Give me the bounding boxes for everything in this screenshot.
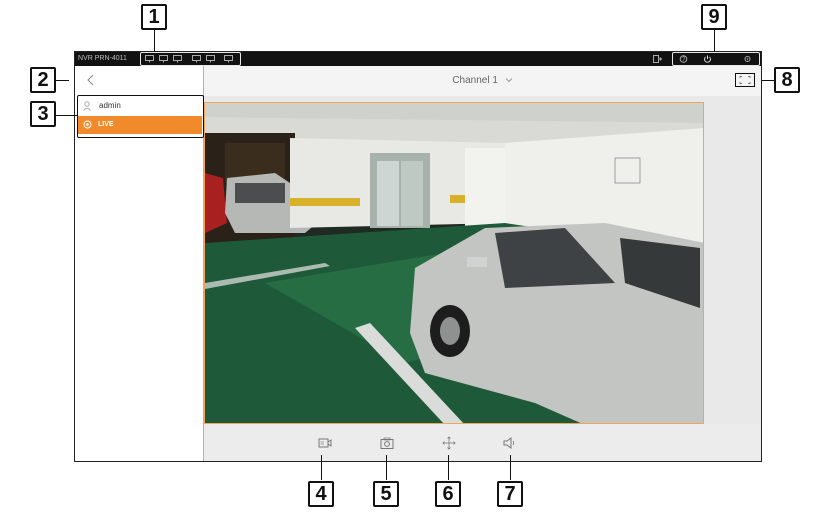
callout-7: 7 (497, 481, 523, 507)
toolbar-highlight (140, 52, 241, 66)
audio-icon[interactable] (503, 436, 517, 450)
channel-bar: Channel 1 (204, 66, 761, 96)
video-viewport[interactable] (204, 102, 704, 424)
video-controls (204, 424, 761, 461)
channel-title: Channel 1 (452, 75, 498, 86)
ptz-move-icon[interactable] (442, 436, 456, 450)
logout-icon[interactable] (653, 55, 662, 63)
snapshot-icon[interactable] (380, 436, 394, 450)
callout-6: 6 (435, 481, 461, 507)
callout-2: 2 (30, 67, 56, 93)
callout-9: 9 (701, 4, 727, 30)
record-icon[interactable] (318, 436, 332, 450)
channel-selector[interactable]: Channel 1 (204, 75, 761, 86)
main-panel: Channel 1 (204, 66, 761, 461)
callout-4: 4 (308, 481, 334, 507)
callout-1: 1 (141, 4, 167, 30)
fullscreen-icon[interactable] (735, 73, 755, 87)
system-menu-highlight (672, 52, 760, 66)
chevron-down-icon[interactable] (505, 77, 513, 83)
device-model: NVR PRN-4011 (78, 55, 127, 62)
menu-highlight (77, 95, 204, 138)
chevron-left-icon[interactable] (86, 74, 96, 86)
callout-3: 3 (30, 101, 56, 127)
camera-feed-image (205, 103, 703, 423)
callout-8: 8 (774, 67, 800, 93)
callout-5: 5 (373, 481, 399, 507)
